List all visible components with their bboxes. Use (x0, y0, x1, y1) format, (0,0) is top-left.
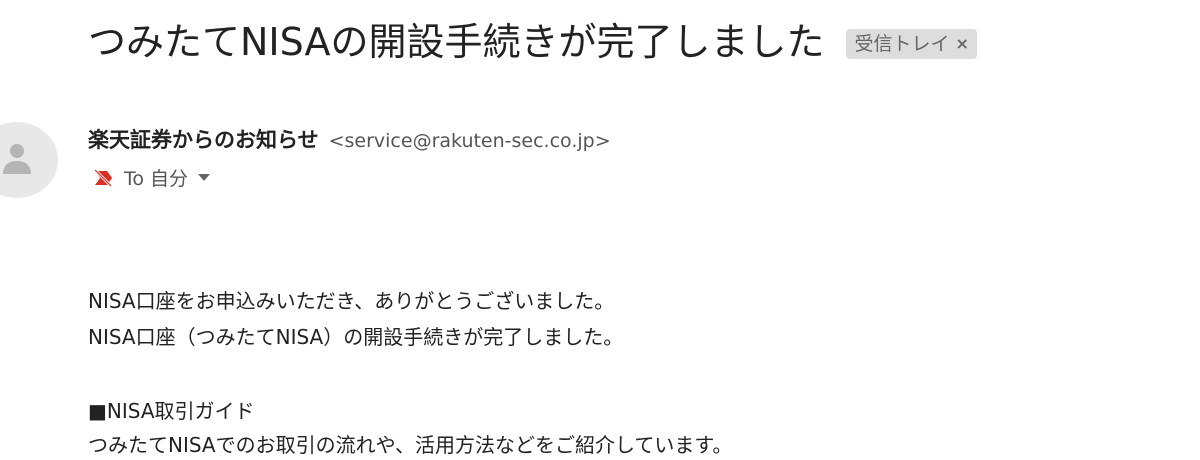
inbox-label-text: 受信トレイ (854, 33, 950, 55)
body-line-4: つみたてNISAでのお取引の流れや、活用方法などをご紹介しています。 (88, 433, 733, 457)
recipient-row: To 自分 (92, 164, 211, 191)
sender-row: 楽天証券からのお知らせ <service@rakuten-sec.co.jp> (88, 124, 611, 154)
person-icon (3, 144, 31, 174)
recipient-details-dropdown[interactable] (198, 174, 211, 181)
body-line-3: ■NISA取引ガイド (88, 399, 255, 423)
sender-email: <service@rakuten-sec.co.jp> (328, 130, 611, 152)
body-line-2: NISA口座（つみたてNISA）の開設手続きが完了しました。 (88, 325, 624, 349)
inbox-label-chip[interactable]: 受信トレイ × (846, 29, 977, 59)
recipient-text: To 自分 (124, 168, 189, 190)
avatar (0, 122, 58, 198)
remove-label-button[interactable]: × (955, 31, 968, 57)
subject-row: つみたてNISAの開設手続きが完了しました 受信トレイ × (88, 14, 977, 70)
sender-name[interactable]: 楽天証券からのお知らせ (88, 124, 319, 154)
not-important-icon[interactable] (92, 167, 114, 189)
email-subject: つみたてNISAの開設手続きが完了しました (88, 20, 825, 64)
body-line-1: NISA口座をお申込みいただき、ありがとうございました。 (88, 289, 615, 313)
